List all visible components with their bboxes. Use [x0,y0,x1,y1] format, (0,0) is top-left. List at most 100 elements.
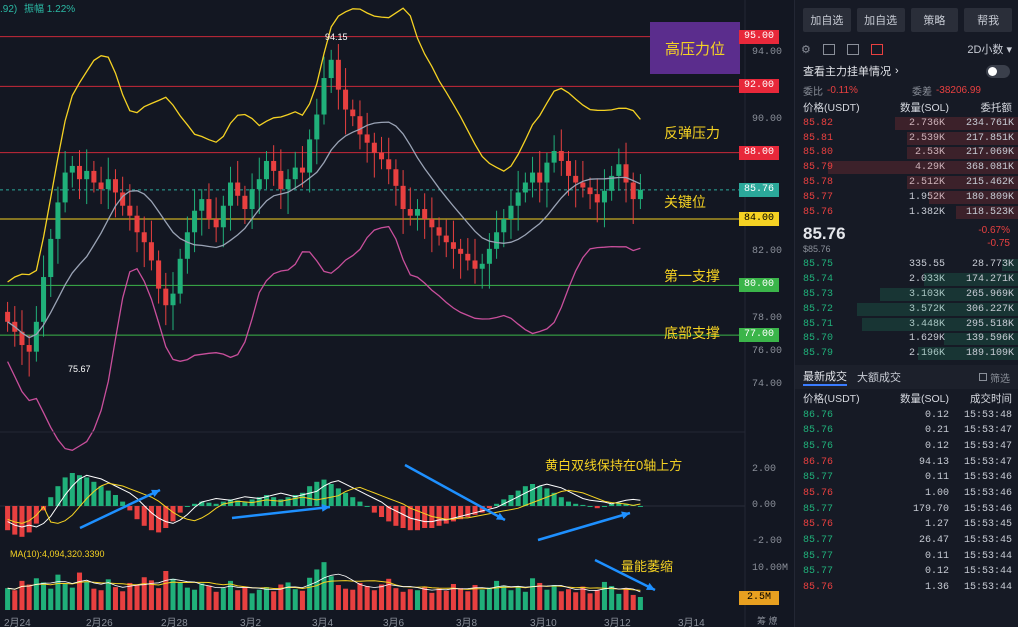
trade-price: 86.76 [803,409,834,421]
candle-body [537,172,543,183]
precision-select[interactable]: 2D小数 ▾ [967,41,1012,57]
y-tick-label: 94.00 [752,47,783,59]
bid-amount: 295.518K [965,318,1014,330]
ask-row[interactable]: 85.79 4.29K 368.081K [795,160,1018,175]
chevron-right-icon: › [895,65,899,77]
header-amount[interactable]: 委托额 [949,100,1013,115]
macd-bar [443,506,449,524]
ask-row[interactable]: 85.78 2.512K 215.462K [795,175,1018,190]
ask-row[interactable]: 85.82 2.736K 234.761K [795,116,1018,131]
trade-price: 85.76 [803,425,834,437]
candle-body [33,321,39,352]
volume-bar [379,584,385,610]
candle-body [393,169,399,186]
x-tick-label: 3月8 [456,618,478,627]
tab-latest-trades[interactable]: 最新成交 [803,368,847,387]
bid-price: 85.79 [803,348,834,360]
volume-bar [184,587,190,610]
help-button[interactable]: 帮我 [964,8,1012,32]
layout-asks-icon[interactable] [870,43,883,55]
main-orders-link[interactable]: 查看主力挂单情况 [803,63,891,79]
bid-row[interactable]: 85.79 2.196K 189.109K [795,346,1018,361]
main-orders-toggle[interactable] [986,64,1010,78]
volume-bar [192,589,198,610]
bid-row[interactable]: 85.71 3.448K 295.518K [795,317,1018,332]
volume-bar [479,589,485,610]
bid-amount: 265.969K [965,289,1014,301]
volume-bar [213,591,219,610]
volume-bar [335,585,341,610]
volume-legend: MA(10):4,094,320.3390 [10,549,105,559]
ratio-value: -0.11% [827,84,858,96]
candle-body [335,59,341,90]
candle-body [235,182,241,196]
macd-bar [594,506,600,509]
volume-bar [69,587,75,610]
add-watchlist-button[interactable]: 加自选 [803,8,851,32]
ask-amount: 234.761K [965,117,1014,129]
volume-bar [307,577,313,610]
ask-row[interactable]: 85.76 1.382K 118.523K [795,205,1018,220]
trade-row: 86.76 94.13 15:53:47 [795,454,1018,470]
ask-row[interactable]: 85.81 2.539K 217.851K [795,131,1018,146]
volume-bar [170,578,176,610]
volume-bar [371,590,377,610]
x-tick-label: 3月10 [530,618,557,627]
candle-body [501,219,507,233]
volume-bar [242,586,248,610]
trade-time: 15:53:48 [963,409,1012,421]
add-favorite-button[interactable]: 加自选 [856,8,905,32]
trade-qty: 1.36 [924,582,949,594]
bid-row[interactable]: 85.70 1.629K 139.596K [795,332,1018,347]
ask-row[interactable]: 85.80 2.53K 217.069K [795,146,1018,161]
trade-price: 85.77 [803,550,834,562]
chart-area[interactable]: .92) 振幅 1.22% 高压力位 反弹压力 关键位 第一支撑 底部支撑 黄白… [0,0,800,627]
trade-time: 15:53:46 [963,487,1012,499]
macd-bar [357,501,363,506]
volume-bar [134,585,140,610]
header-price: 价格(USDT) [803,101,860,114]
tab-large-trades[interactable]: 大额成交 [857,369,901,385]
candle-body [112,179,118,193]
volume-bar [501,585,507,610]
macd-bar [558,497,564,506]
volume-bar [33,578,39,610]
y-tick-label: 90.00 [752,113,783,125]
orderbook-panel: 加自选 加自选 策略 帮我 ⚙ 2D小数 ▾ 查看主力挂单情况 › 委比 -0.… [794,0,1018,627]
bid-row[interactable]: 85.74 2.033K 174.271K [795,272,1018,287]
amplitude-value: 1.22% [46,4,76,15]
macd-note: 黄白双线保持在0轴上方 [545,458,683,473]
volume-bar [565,589,572,610]
settings-icon[interactable]: ⚙ [801,43,811,56]
main-orders-title[interactable]: 查看主力挂单情况 › [795,60,1018,82]
candle-body [558,151,564,161]
bid-row[interactable]: 85.73 3.103K 265.969K [795,287,1018,302]
x-tick-label: 2月24 [4,618,31,627]
bid-row[interactable]: 85.75 335.55 28.773K [795,258,1018,273]
ask-row[interactable]: 85.77 1.952K 180.809K [795,190,1018,205]
candle-body [508,205,514,219]
volume-bar [285,582,291,610]
trade-row: 85.76 0.12 15:53:47 [795,439,1018,455]
x-tick-label: 2月26 [86,618,113,627]
strategy-button[interactable]: 策略 [910,8,959,32]
macd-bar [177,506,183,513]
candle-body [379,152,385,160]
trade-tabs: 最新成交 大额成交 筛选 [795,365,1018,390]
bid-qty: 1.629K [908,333,945,345]
trade-row: 85.76 1.27 15:53:45 [795,517,1018,533]
trade-row: 85.77 26.47 15:53:45 [795,533,1018,549]
bid-row[interactable]: 85.72 3.572K 306.227K [795,302,1018,317]
layout-both-icon[interactable] [822,43,835,55]
layout-bids-icon[interactable] [846,43,859,55]
candle-body [26,345,32,352]
candle-body [256,179,262,190]
candlestick-chart[interactable] [0,0,794,627]
candle-body [400,185,406,210]
filter-checkbox[interactable]: 筛选 [979,370,1010,385]
volume-bar [630,594,636,610]
candle-body [616,164,622,176]
trade-price: 85.77 [803,535,834,546]
trade-row: 85.77 0.12 15:53:44 [795,564,1018,580]
volume-current-tag: 2.5M [739,591,779,605]
